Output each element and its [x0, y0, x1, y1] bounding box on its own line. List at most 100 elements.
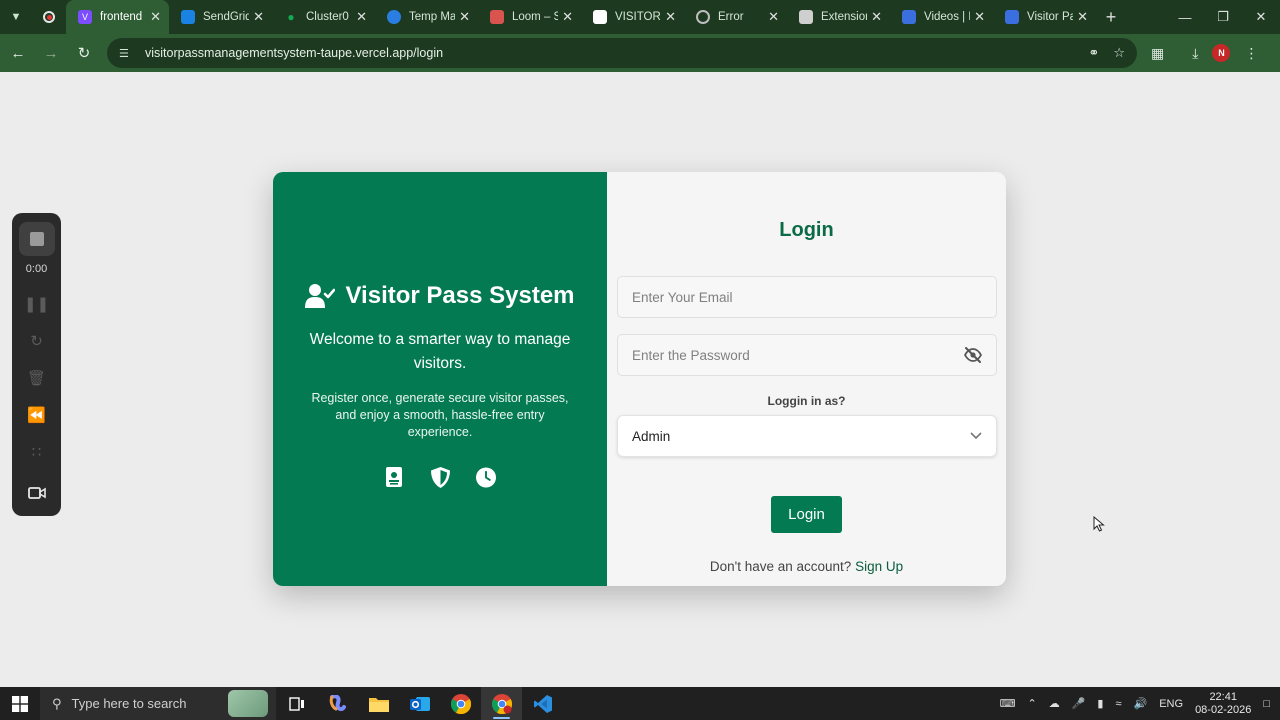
close-tab-icon[interactable]: ✕ — [562, 9, 573, 25]
role-select[interactable]: Admin — [617, 415, 997, 457]
close-tab-icon[interactable]: ✕ — [768, 9, 779, 25]
login-form-panel: Login Loggin in as? Admin Login Don't — [607, 172, 1006, 586]
extensions-icon[interactable]: ▦ — [1151, 45, 1164, 62]
onedrive-icon[interactable]: ☁ — [1049, 697, 1060, 710]
close-tab-icon[interactable]: ✕ — [665, 9, 676, 25]
email-input[interactable] — [632, 289, 982, 305]
chrome-profile-icon[interactable] — [481, 687, 522, 720]
download-icon[interactable]: ⤓ — [1192, 45, 1198, 62]
password-input[interactable] — [632, 347, 964, 363]
new-tab-plus-icon[interactable]: + — [1096, 7, 1126, 28]
outlook-icon[interactable] — [399, 687, 440, 720]
recording-timer: 0:00 — [25, 263, 48, 275]
taskbar-search[interactable]: ⚲ Type here to search — [40, 687, 276, 720]
tab-label: Error — [718, 11, 744, 23]
login-button[interactable]: Login — [771, 496, 842, 533]
vercel-favicon-icon — [593, 10, 607, 24]
stop-square-icon — [29, 232, 44, 246]
close-tab-icon[interactable]: ✕ — [356, 9, 367, 25]
tab-frontend[interactable]: V frontend ✕ — [66, 0, 169, 34]
restore-icon[interactable]: ❐ — [1204, 0, 1242, 34]
close-tab-icon[interactable]: ✕ — [974, 9, 985, 25]
forward-arrow-icon[interactable]: → — [36, 38, 66, 68]
restart-icon[interactable]: ↻ — [19, 322, 55, 359]
close-tab-icon[interactable]: ✕ — [459, 9, 470, 25]
tab-error[interactable]: Error ✕ — [684, 0, 787, 34]
rewind-icon[interactable]: ⏪ — [19, 396, 55, 433]
tab-loom[interactable]: Loom – S ✕ — [478, 0, 581, 34]
tray-chevron-up-icon[interactable]: ⌃ — [1027, 697, 1036, 710]
browser-tab-bar: ▼ V frontend ✕ SendGrid ✕ ● Cluster0 | ✕… — [0, 0, 1280, 34]
tab-visitor-repo[interactable]: VISITOR- ✕ — [581, 0, 684, 34]
tab-label: Extension — [821, 11, 868, 23]
shield-icon — [430, 466, 450, 488]
back-arrow-icon[interactable]: ← — [3, 38, 33, 68]
vite-favicon-icon: V — [78, 10, 92, 24]
tab-label: VISITOR- — [615, 11, 662, 23]
url-omnibox[interactable]: ☰ visitorpassmanagementsystem-taupe.verc… — [107, 38, 1137, 68]
tab-sendgrid[interactable]: SendGrid ✕ — [169, 0, 272, 34]
search-highlight-image — [228, 690, 268, 717]
grid-dots-icon[interactable]: ∷ — [19, 433, 55, 470]
windows-start-icon[interactable] — [0, 687, 40, 720]
tab-label: Cluster0 | — [306, 11, 353, 23]
id-badge-icon — [384, 467, 404, 487]
signup-prompt: Don't have an account? Sign Up — [607, 559, 1006, 574]
brand-name: Visitor Pass System — [345, 282, 575, 309]
tab-visitor-pass[interactable]: Visitor Pa ✕ — [993, 0, 1096, 34]
keyboard-icon[interactable]: ⌨ — [1000, 697, 1016, 710]
password-key-icon[interactable]: ⚭ — [1088, 45, 1099, 61]
description-text: Register once, generate secure visitor p… — [311, 391, 569, 439]
close-tab-icon[interactable]: ✕ — [1077, 9, 1088, 25]
pause-icon[interactable]: ❚❚ — [19, 285, 55, 322]
taskbar-clock[interactable]: 22:41 08-02-2026 — [1195, 691, 1251, 717]
login-title: Login — [779, 219, 834, 241]
task-view-icon[interactable] — [276, 687, 317, 720]
chevron-down-icon — [970, 429, 982, 443]
site-settings-icon[interactable]: ☰ — [119, 47, 133, 60]
tab-label: Loom – S — [512, 11, 559, 23]
minimize-icon[interactable]: — — [1166, 0, 1204, 34]
login-card: Visitor Pass System Welcome to a smarter… — [273, 172, 1006, 586]
copilot-icon[interactable] — [317, 687, 358, 720]
profile-avatar[interactable]: N — [1212, 44, 1231, 62]
bookmark-star-icon[interactable]: ☆ — [1113, 45, 1125, 61]
screen-recorder-widget: 0:00 ❚❚ ↻ 🗑 ⏪ ∷ — [12, 213, 61, 516]
loom-favicon-icon — [490, 10, 504, 24]
kebab-menu-icon[interactable]: ⋮ — [1244, 45, 1258, 62]
chrome-icon[interactable] — [440, 687, 481, 720]
eye-slash-icon[interactable] — [964, 346, 982, 364]
mouse-cursor-icon — [1093, 516, 1105, 532]
close-window-icon[interactable]: ✕ — [1242, 0, 1280, 34]
trash-icon[interactable]: 🗑 — [19, 359, 55, 396]
stop-recording-button[interactable] — [18, 222, 55, 256]
tab-videos[interactable]: Videos | L ✕ — [890, 0, 993, 34]
reload-icon[interactable]: ↻ — [69, 38, 99, 68]
file-explorer-icon[interactable] — [358, 687, 399, 720]
camera-icon[interactable] — [19, 474, 55, 511]
welcome-text: Welcome to a smarter way to manage visit… — [309, 331, 571, 372]
close-tab-icon[interactable]: ✕ — [150, 9, 161, 25]
wifi-icon[interactable]: ≈ — [1115, 698, 1121, 710]
mongodb-leaf-icon: ● — [287, 10, 295, 24]
vscode-icon[interactable] — [522, 687, 563, 720]
tab-label: SendGrid — [203, 11, 250, 23]
globe-favicon-icon — [696, 10, 710, 24]
tab-cluster0[interactable]: ● Cluster0 | ✕ — [272, 0, 375, 34]
tab-extensions[interactable]: Extension ✕ — [787, 0, 890, 34]
microphone-icon[interactable]: 🎤 — [1072, 697, 1086, 710]
signup-link[interactable]: Sign Up — [855, 559, 903, 574]
password-field[interactable] — [617, 334, 997, 376]
clock-icon — [476, 467, 496, 487]
tab-search-chevron-icon[interactable]: ▼ — [0, 0, 32, 34]
gear-favicon-icon — [1005, 10, 1019, 24]
notifications-icon[interactable]: □ — [1263, 698, 1270, 710]
language-indicator[interactable]: ENG — [1159, 698, 1183, 710]
close-tab-icon[interactable]: ✕ — [253, 9, 264, 25]
volume-icon[interactable]: 🔊 — [1134, 697, 1148, 710]
email-field[interactable] — [617, 276, 997, 318]
close-tab-icon[interactable]: ✕ — [871, 9, 882, 25]
tab-temp-mail[interactable]: Temp Ma ✕ — [375, 0, 478, 34]
battery-icon[interactable]: ▮ — [1097, 697, 1103, 710]
clock-time: 22:41 — [1209, 690, 1237, 703]
